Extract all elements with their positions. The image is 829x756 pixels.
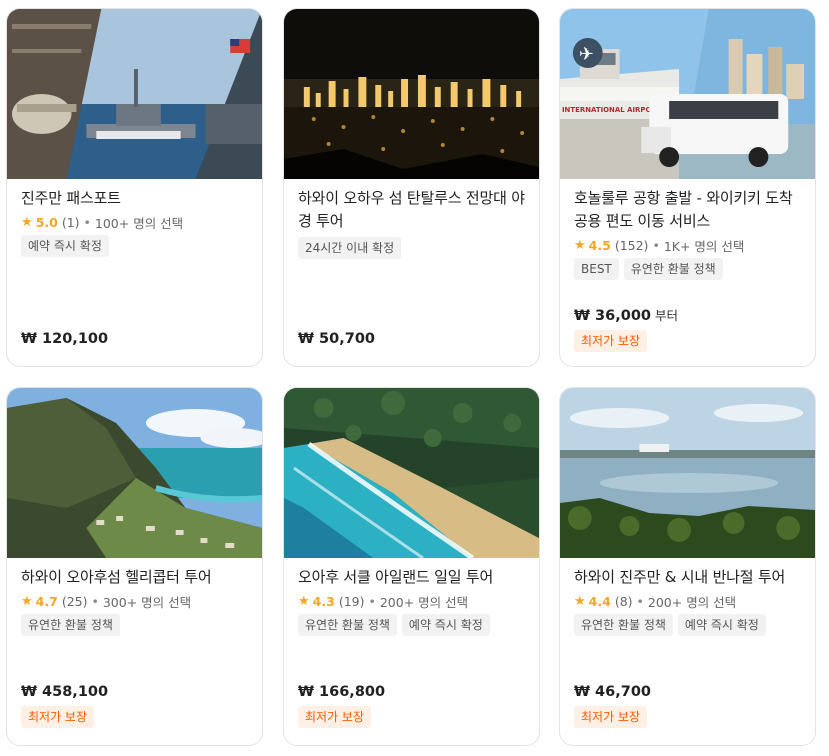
tag-24h-confirm: 24시간 이내 확정 bbox=[298, 237, 402, 259]
price-block: ₩ 166,800 최저가 보장 bbox=[298, 684, 525, 728]
card-image bbox=[284, 388, 539, 558]
product-card-circle-island-tour[interactable]: 오아후 서클 아일랜드 일일 투어 ★ 4.3 (19) • 200+ 명의 선… bbox=[283, 387, 540, 746]
chosen-count: 300+ 명의 선택 bbox=[102, 594, 192, 610]
tag-instant-confirm: 예약 즉시 확정 bbox=[21, 235, 109, 257]
dot-separator: • bbox=[652, 237, 660, 253]
product-card-helicopter-tour[interactable]: 하와이 오아후섬 헬리콥터 투어 ★ 4.7 (25) • 300+ 명의 선택… bbox=[6, 387, 263, 746]
review-count: (25) bbox=[61, 593, 88, 609]
product-card-pearl-harbor-city-tour[interactable]: 하와이 진주만 & 시내 반나절 투어 ★ 4.4 (8) • 200+ 명의 … bbox=[559, 387, 816, 746]
product-card-tantalus-night-tour[interactable]: 하와이 오하우 섬 탄탈루스 전망대 야경 투어 24시간 이내 확정 ₩ 50… bbox=[283, 8, 540, 367]
chosen-count: 100+ 명의 선택 bbox=[94, 215, 184, 231]
rating-row: ★ 4.3 (19) • 200+ 명의 선택 bbox=[298, 591, 525, 611]
price: ₩ 458,100 bbox=[21, 684, 109, 700]
chosen-count: 200+ 명의 선택 bbox=[379, 594, 469, 610]
lowest-price-badge: 최저가 보장 bbox=[21, 706, 95, 728]
chosen-count: 1K+ 명의 선택 bbox=[663, 238, 745, 254]
price-block: ₩ 458,100 최저가 보장 bbox=[21, 684, 248, 728]
tag-flexible-refund: 유연한 환불 정책 bbox=[298, 614, 397, 636]
star-icon: ★ bbox=[574, 593, 586, 609]
tag-flexible-refund: 유연한 환불 정책 bbox=[623, 258, 723, 280]
lowest-price-badge: 최저가 보장 bbox=[574, 330, 648, 352]
rating-score: 4.4 bbox=[588, 593, 611, 609]
card-title: 하와이 오아후섬 헬리콥터 투어 bbox=[21, 568, 212, 586]
chosen-count: 200+ 명의 선택 bbox=[647, 594, 737, 610]
card-title: 진주만 패스포트 bbox=[21, 189, 121, 207]
price: ₩ 50,700 bbox=[298, 331, 375, 347]
tag-list: 예약 즉시 확정 bbox=[21, 235, 248, 257]
card-image bbox=[560, 388, 815, 558]
dot-separator: • bbox=[636, 593, 644, 609]
price-value: ₩ 36,000 bbox=[574, 308, 651, 324]
price: ₩ 120,100 bbox=[21, 331, 109, 347]
card-title: 하와이 오하우 섬 탄탈루스 전망대 야경 투어 bbox=[298, 189, 525, 230]
tag-list: 유연한 환불 정책 bbox=[21, 614, 248, 636]
card-image: INTERNATIONAL AIRPORT ✈ bbox=[560, 9, 815, 179]
review-count: (1) bbox=[61, 214, 80, 230]
dot-separator: • bbox=[368, 593, 376, 609]
price-from-label: 부터 bbox=[655, 308, 679, 323]
tag-list: 유연한 환불 정책 예약 즉시 확정 bbox=[574, 614, 801, 636]
card-title: 하와이 진주만 & 시내 반나절 투어 bbox=[574, 568, 786, 586]
tag-instant-confirm: 예약 즉시 확정 bbox=[677, 614, 766, 636]
rating-row: ★ 4.5 (152) • 1K+ 명의 선택 bbox=[574, 235, 801, 255]
price-block: ₩ 46,700 최저가 보장 bbox=[574, 684, 801, 728]
star-icon: ★ bbox=[298, 593, 310, 609]
product-card-airport-shuttle[interactable]: INTERNATIONAL AIRPORT ✈ 호놀룰루 공항 출발 - 와이키… bbox=[559, 8, 816, 367]
rating-row: ★ 4.4 (8) • 200+ 명의 선택 bbox=[574, 591, 801, 611]
tag-flexible-refund: 유연한 환불 정책 bbox=[21, 614, 120, 636]
card-image bbox=[284, 9, 539, 179]
tag-list: 24시간 이내 확정 bbox=[298, 237, 525, 259]
price-block: ₩ 36,000 부터 최저가 보장 bbox=[574, 305, 801, 352]
rating-row: ★ 4.7 (25) • 300+ 명의 선택 bbox=[21, 591, 248, 611]
card-title: 오아후 서클 아일랜드 일일 투어 bbox=[298, 568, 494, 586]
card-image bbox=[7, 9, 262, 179]
price: ₩ 36,000 부터 bbox=[574, 305, 801, 324]
rating-score: 4.7 bbox=[35, 593, 58, 609]
review-count: (8) bbox=[614, 593, 633, 609]
rating-score: 5.0 bbox=[35, 214, 58, 230]
lowest-price-badge: 최저가 보장 bbox=[574, 706, 648, 728]
card-image bbox=[7, 388, 262, 558]
dot-separator: • bbox=[83, 214, 91, 230]
price-block: ₩ 120,100 bbox=[21, 331, 248, 347]
star-icon: ★ bbox=[574, 237, 586, 253]
rating-score: 4.3 bbox=[312, 593, 335, 609]
star-icon: ★ bbox=[21, 214, 33, 230]
rating-row: ★ 5.0 (1) • 100+ 명의 선택 bbox=[21, 212, 248, 232]
review-count: (19) bbox=[338, 593, 365, 609]
dot-separator: • bbox=[91, 593, 99, 609]
tag-instant-confirm: 예약 즉시 확정 bbox=[401, 614, 490, 636]
tag-list: 유연한 환불 정책 예약 즉시 확정 bbox=[298, 614, 525, 636]
product-card-pearl-harbor-passport[interactable]: 진주만 패스포트 ★ 5.0 (1) • 100+ 명의 선택 예약 즉시 확정… bbox=[6, 8, 263, 367]
lowest-price-badge: 최저가 보장 bbox=[298, 706, 372, 728]
airplane-icon: ✈ bbox=[579, 44, 594, 65]
price: ₩ 46,700 bbox=[574, 684, 651, 700]
price: ₩ 166,800 bbox=[298, 684, 386, 700]
airport-sign-text: INTERNATIONAL AIRPORT bbox=[562, 106, 661, 114]
rating-score: 4.5 bbox=[588, 237, 611, 253]
tag-list: BEST 유연한 환불 정책 bbox=[574, 258, 801, 280]
review-count: (152) bbox=[614, 237, 649, 253]
price-block: ₩ 50,700 bbox=[298, 331, 525, 347]
tag-flexible-refund: 유연한 환불 정책 bbox=[574, 614, 673, 636]
card-title: 호놀룰루 공항 출발 - 와이키키 도착 공용 편도 이동 서비스 bbox=[574, 189, 793, 230]
tag-best: BEST bbox=[574, 258, 619, 280]
star-icon: ★ bbox=[21, 593, 33, 609]
